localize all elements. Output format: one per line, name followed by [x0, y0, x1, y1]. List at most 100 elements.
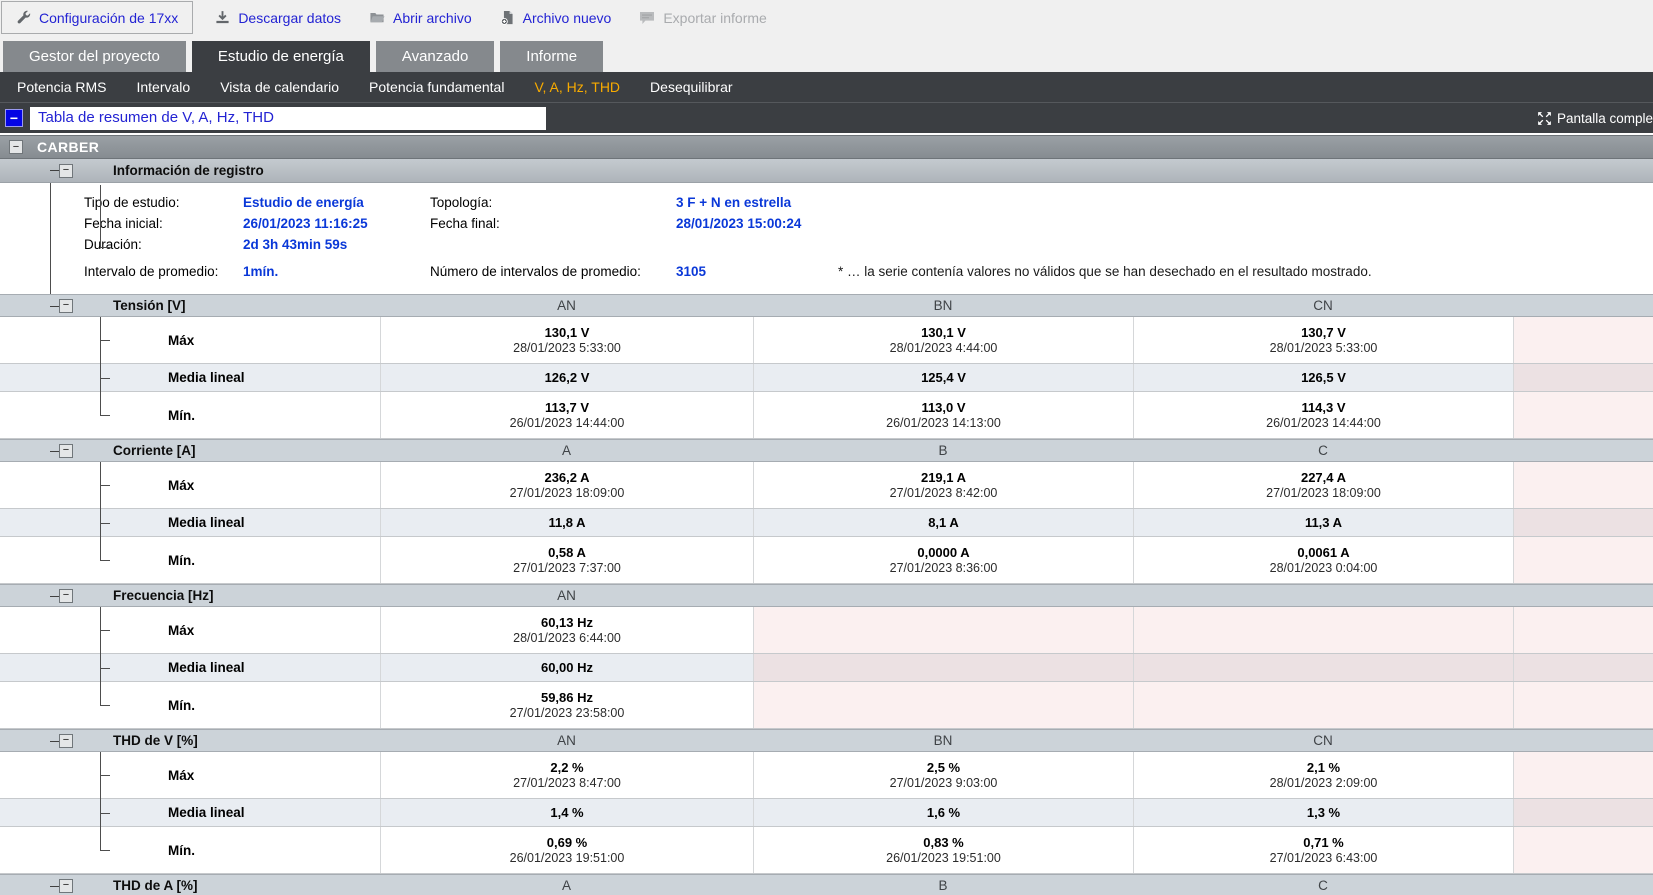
row-label-cell: Máx — [0, 752, 380, 798]
subtab-vista-de-calendario[interactable]: Vista de calendario — [205, 79, 354, 95]
value-cell: 2,2 %27/01/2023 8:47:00 — [380, 752, 753, 798]
column-header: B — [753, 878, 1133, 893]
table-row: Media lineal11,8 A8,1 A11,3 A — [0, 509, 1653, 537]
section: −THD de A [%]ABC — [0, 874, 1653, 895]
table-row: Mín.113,7 V26/01/2023 14:44:00113,0 V26/… — [0, 392, 1653, 439]
subtab-potencia-rms[interactable]: Potencia RMS — [2, 79, 121, 95]
tree-connector — [100, 775, 110, 776]
collapse-view-icon[interactable]: − — [5, 109, 23, 127]
collapse-section-icon[interactable]: − — [59, 879, 73, 893]
record-info-row: Duración:2d 3h 43min 59s — [0, 234, 1653, 255]
empty-cell — [1513, 317, 1653, 363]
row-label: Media lineal — [168, 805, 245, 820]
subtab-v-a-hz-thd[interactable]: V, A, Hz, THD — [519, 79, 635, 95]
value-cell: 0,0000 A27/01/2023 8:36:00 — [753, 537, 1133, 583]
tree-connector — [100, 705, 110, 706]
empty-cell — [1513, 392, 1653, 438]
subtab-potencia-fundamental[interactable]: Potencia fundamental — [354, 79, 519, 95]
tab-informe[interactable]: Informe — [500, 41, 603, 72]
value-cell: 130,7 V28/01/2023 5:33:00 — [1133, 317, 1513, 363]
cell-timestamp: 26/01/2023 14:44:00 — [510, 416, 625, 430]
record-info-row: Fecha inicial:26/01/2023 11:16:25Fecha f… — [0, 213, 1653, 234]
row-label-cell: Mín. — [0, 537, 380, 583]
sub-tab-bar: Potencia RMSIntervaloVista de calendario… — [0, 72, 1653, 103]
record-info-row: Intervalo de promedio:1mín.Número de int… — [0, 261, 1653, 282]
subtab-desequilibrar[interactable]: Desequilibrar — [635, 79, 747, 95]
empty-cell — [1513, 364, 1653, 391]
content-area: − Información de registro Tipo de estudi… — [0, 159, 1653, 895]
row-label-cell: Mín. — [0, 392, 380, 438]
toolbar-button-configuracion-17xx[interactable]: Configuración de 17xx — [1, 1, 193, 34]
record-info-value: 2d 3h 43min 59s — [243, 237, 430, 252]
cell-timestamp: 26/01/2023 19:51:00 — [886, 851, 1001, 865]
value-cell: 1,3 % — [1133, 799, 1513, 826]
empty-cell — [1513, 799, 1653, 826]
row-label: Máx — [168, 478, 194, 493]
view-title-input[interactable]: Tabla de resumen de V, A, Hz, THD — [30, 107, 546, 130]
collapse-section-icon[interactable]: − — [59, 734, 73, 748]
value-cell: 113,0 V26/01/2023 14:13:00 — [753, 392, 1133, 438]
collapse-section-icon[interactable]: − — [59, 299, 73, 313]
cell-timestamp: 28/01/2023 0:04:00 — [1270, 561, 1378, 575]
record-info-value: 28/01/2023 15:00:24 — [676, 216, 838, 231]
cell-timestamp: 26/01/2023 14:13:00 — [886, 416, 1001, 430]
toolbar-button-label: Exportar informe — [663, 10, 766, 26]
cell-timestamp: 27/01/2023 18:09:00 — [510, 486, 625, 500]
tab-avanzado[interactable]: Avanzado — [376, 41, 494, 72]
cell-timestamp: 27/01/2023 8:42:00 — [890, 486, 998, 500]
table-row: Media lineal60,00 Hz — [0, 654, 1653, 682]
export-report-icon — [639, 11, 655, 25]
value-cell: 59,86 Hz27/01/2023 23:58:00 — [380, 682, 753, 728]
tree-connector — [50, 741, 59, 742]
empty-cell — [1513, 462, 1653, 508]
record-info-body: Tipo de estudio:Estudio de energíaTopolo… — [0, 183, 1653, 294]
section-header: −Frecuencia [Hz]AN — [0, 584, 1653, 607]
subtab-intervalo[interactable]: Intervalo — [121, 79, 205, 95]
table-row: Máx60,13 Hz28/01/2023 6:44:00 — [0, 607, 1653, 654]
record-info-value: 3105 — [676, 264, 838, 279]
record-info-value: 3 F + N en estrella — [676, 195, 838, 210]
value-cell: 236,2 A27/01/2023 18:09:00 — [380, 462, 753, 508]
cell-value: 0,0000 A — [917, 545, 969, 560]
cell-value: 113,0 V — [921, 400, 965, 415]
app-window: Configuración de 17xxDescargar datosAbri… — [0, 0, 1653, 895]
tree-connector — [100, 850, 110, 851]
view-header: − Tabla de resumen de V, A, Hz, THD Pant… — [0, 103, 1653, 133]
tab-estudio-de-energia[interactable]: Estudio de energía — [192, 41, 370, 72]
value-cell: 1,6 % — [753, 799, 1133, 826]
tree-connector — [50, 170, 59, 171]
value-cell — [1133, 607, 1513, 653]
tree-line-inner — [100, 185, 101, 247]
section-title: THD de V [%] — [113, 733, 198, 748]
section: −Corriente [A]ABCMáx236,2 A27/01/2023 18… — [0, 439, 1653, 584]
section-title: Tensión [V] — [113, 298, 186, 313]
tree-connector — [100, 340, 110, 341]
collapse-section-icon[interactable]: − — [59, 444, 73, 458]
tree-connector — [100, 668, 110, 669]
collapse-record-info-icon[interactable]: − — [59, 164, 73, 178]
table-row: Máx2,2 %27/01/2023 8:47:002,5 %27/01/202… — [0, 752, 1653, 799]
tab-gestor-del-proyecto[interactable]: Gestor del proyecto — [3, 41, 186, 72]
cell-value: 8,1 A — [928, 515, 959, 530]
cell-value: 60,13 Hz — [541, 615, 593, 630]
value-cell: 114,3 V26/01/2023 14:44:00 — [1133, 392, 1513, 438]
record-info-label: Número de intervalos de promedio: — [430, 264, 676, 279]
collapse-session-icon[interactable]: − — [9, 140, 23, 154]
fullscreen-button[interactable]: Pantalla comple — [1537, 111, 1653, 126]
section: −Tensión [V]ANBNCNMáx130,1 V28/01/2023 5… — [0, 294, 1653, 439]
toolbar-button-descargar-datos[interactable]: Descargar datos — [201, 0, 355, 35]
empty-cell — [1513, 654, 1653, 681]
fullscreen-label: Pantalla comple — [1557, 111, 1653, 126]
tree-connector — [50, 886, 59, 887]
file-new-icon — [500, 10, 515, 25]
folder-open-icon — [369, 10, 385, 25]
cell-value: 2,2 % — [550, 760, 583, 775]
record-info-header: − Información de registro — [0, 159, 1653, 183]
empty-cell — [1513, 537, 1653, 583]
column-header: CN — [1133, 298, 1513, 313]
collapse-section-icon[interactable]: − — [59, 589, 73, 603]
toolbar-button-abrir-archivo[interactable]: Abrir archivo — [355, 0, 486, 35]
toolbar-button-exportar-informe: Exportar informe — [625, 0, 780, 35]
toolbar-button-archivo-nuevo[interactable]: Archivo nuevo — [486, 0, 626, 35]
session-name: CARBER — [37, 139, 99, 155]
